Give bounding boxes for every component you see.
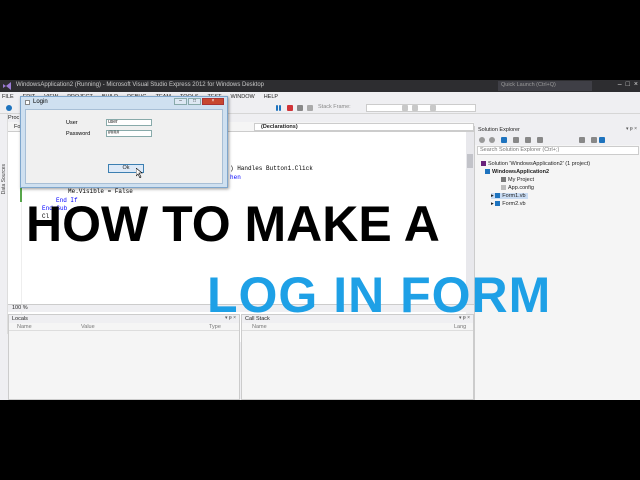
pause-icon-bar	[279, 105, 281, 111]
solution-explorer: Solution Explorer ▾ ᵽ × Search Solution …	[474, 126, 640, 400]
sol-collapse-icon[interactable]	[537, 137, 543, 143]
sol-forward-icon[interactable]	[489, 137, 495, 143]
locals-title: Locals	[9, 315, 239, 323]
stack-frame-dropdown[interactable]	[366, 104, 476, 112]
tree-form1[interactable]: ▸ Form1.vb	[491, 193, 528, 199]
solution-search-input[interactable]: Search Solution Explorer (Ctrl+;)	[477, 146, 639, 155]
sol-back-icon[interactable]	[479, 137, 485, 143]
close-icon[interactable]: ×	[634, 81, 638, 88]
callstack-col-name[interactable]: Name	[252, 324, 267, 330]
login-title: Login	[33, 99, 48, 105]
locals-col-name[interactable]: Name	[17, 324, 32, 330]
form-icon	[495, 201, 501, 207]
visual-studio-logo-icon	[3, 82, 11, 90]
back-icon[interactable]	[6, 105, 12, 111]
tree-form2[interactable]: ▸ Form2.vb	[491, 201, 526, 207]
find-icon[interactable]	[430, 105, 436, 111]
window-title: WindowsApplication2 (Running) - Microsof…	[16, 82, 265, 88]
vb-project-icon	[485, 169, 490, 175]
menu-window[interactable]: WINDOW	[231, 94, 255, 100]
locals-col-value[interactable]: Value	[81, 324, 95, 330]
side-tab-label: Data Sources	[1, 164, 7, 195]
tree-solution[interactable]: Solution 'WindowsApplication2' (1 projec…	[481, 161, 590, 167]
tree-my-project[interactable]: My Project	[501, 177, 534, 183]
login-close-icon[interactable]: ×	[202, 98, 224, 105]
window-controls: – □ ×	[618, 81, 638, 88]
login-dialog: Login – □ × User user Password #### Ok	[20, 96, 228, 188]
step-icon[interactable]	[307, 105, 313, 111]
locals-columns: Name Value Type	[9, 323, 239, 331]
tree-project[interactable]: WindowsApplication2	[485, 169, 549, 175]
solution-icon	[481, 161, 486, 167]
stop-icon[interactable]	[287, 105, 293, 111]
screen: WindowsApplication2 (Running) - Microsof…	[0, 80, 640, 400]
side-tab-data-sources[interactable]: Data Sources	[0, 114, 8, 334]
minimize-icon[interactable]: –	[618, 81, 622, 88]
locals-panel: Locals ▾ ᵽ × Name Value Type	[8, 314, 240, 400]
restart-icon[interactable]	[297, 105, 303, 111]
menu-help[interactable]: HELP	[264, 94, 278, 100]
title-bar: WindowsApplication2 (Running) - Microsof…	[0, 80, 640, 92]
sol-sync-icon[interactable]	[513, 137, 519, 143]
maximize-icon[interactable]: □	[626, 81, 630, 88]
sol-properties-icon[interactable]	[579, 137, 585, 143]
sol-wrench-icon[interactable]	[591, 137, 597, 143]
headline-line-1: HOW TO MAKE A	[26, 196, 440, 252]
sol-refresh-icon[interactable]	[525, 137, 531, 143]
window-icon	[25, 100, 30, 105]
wrench-icon	[501, 177, 506, 183]
callstack-panel: Call Stack ▾ ᵽ × Name Lang	[241, 314, 474, 400]
editor-scrollbar-thumb[interactable]	[467, 154, 473, 168]
tree-app-config[interactable]: App.config	[501, 185, 534, 191]
declarations-dropdown[interactable]: (Declarations)	[254, 123, 474, 131]
stack-frame-label: Stack Frame:	[318, 104, 351, 110]
password-label: Password	[66, 131, 91, 137]
callstack-col-lang[interactable]: Lang	[454, 324, 466, 330]
code-line-handles: ) Handles Button1.Click	[230, 165, 313, 172]
redo-icon[interactable]	[412, 105, 418, 111]
tab-proc[interactable]: Proc	[8, 115, 19, 121]
user-label: User	[66, 120, 78, 126]
sol-view-icon[interactable]	[599, 137, 605, 143]
config-file-icon	[501, 185, 506, 191]
solution-pin-icon[interactable]: ▾ ᵽ ×	[626, 126, 637, 132]
solution-explorer-title: Solution Explorer	[475, 126, 640, 134]
user-input[interactable]: user	[106, 119, 152, 126]
pause-icon[interactable]	[276, 105, 278, 111]
login-body: User user Password #### Ok	[25, 109, 223, 184]
form-icon	[495, 193, 501, 199]
quick-launch-input[interactable]: Quick Launch (Ctrl+Q)	[498, 81, 592, 91]
sol-home-icon[interactable]	[501, 137, 507, 143]
locals-col-type[interactable]: Type	[209, 324, 221, 330]
login-minimize-icon[interactable]: –	[174, 98, 187, 105]
mouse-cursor-icon	[136, 168, 143, 178]
solution-toolbar	[475, 134, 640, 145]
callstack-columns: Name Lang	[242, 323, 473, 331]
code-line-then: hen	[230, 174, 241, 181]
password-input[interactable]: ####	[106, 130, 152, 137]
menu-file[interactable]: FILE	[2, 94, 14, 100]
login-maximize-icon[interactable]: □	[188, 98, 201, 105]
code-line-visible: Me.Visible = False	[68, 188, 133, 195]
undo-icon[interactable]	[402, 105, 408, 111]
login-window-controls: – □ ×	[174, 98, 224, 105]
headline-line-2: LOG IN FORM	[207, 267, 552, 323]
